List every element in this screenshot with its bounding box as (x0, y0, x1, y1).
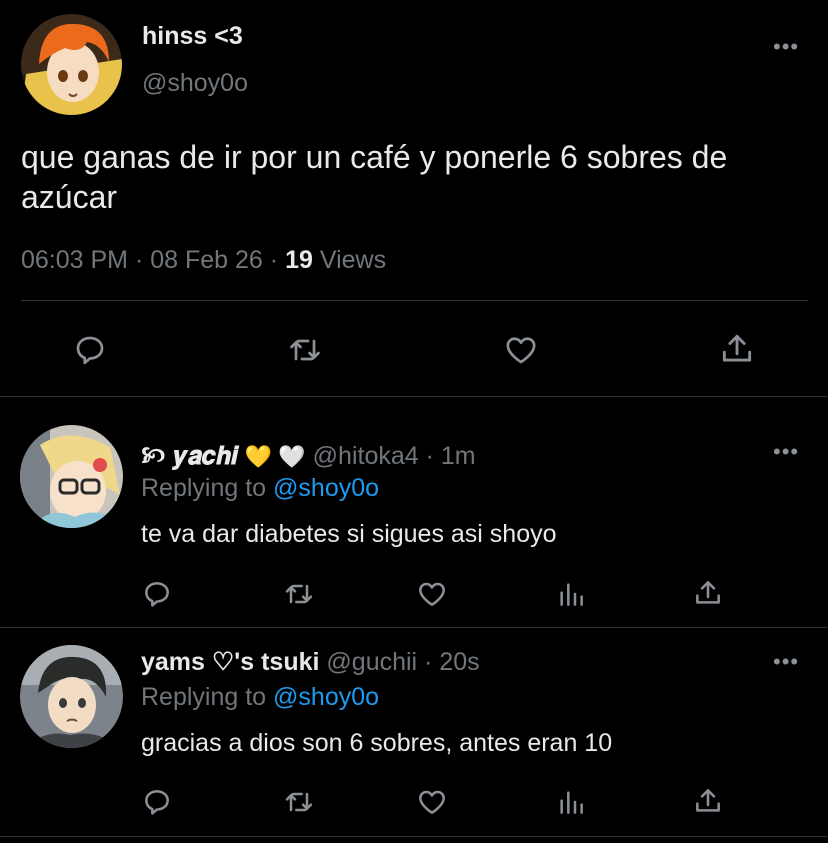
divider (0, 627, 828, 628)
handle[interactable]: @guchii (326, 648, 417, 676)
more-icon[interactable]: ••• (773, 441, 799, 463)
analytics-icon[interactable] (555, 786, 587, 818)
views-label: Views (319, 246, 387, 274)
separator: · (425, 442, 434, 470)
separator: · (424, 648, 433, 676)
handle[interactable]: @shoy0o (142, 69, 248, 98)
tweet-time[interactable]: 06:03 PM (21, 246, 128, 274)
replying-prefix: Replying to (141, 474, 267, 502)
reply-time[interactable]: 1m (441, 442, 476, 470)
display-name[interactable]: hinss <3 (142, 22, 243, 51)
reply-text: te va dar diabetes si sigues asi shoyo (141, 520, 557, 548)
separator: · (134, 246, 144, 274)
meta-divider (21, 300, 808, 301)
analytics-icon[interactable] (555, 578, 587, 610)
reply-icon[interactable] (141, 786, 173, 818)
name-emojis: 💛 🤍 (244, 444, 306, 469)
heart-icon[interactable] (415, 786, 449, 818)
share-icon[interactable] (692, 576, 724, 610)
views-count: 19 (285, 246, 313, 274)
share-icon[interactable] (718, 330, 756, 368)
retweet-icon[interactable] (286, 332, 324, 368)
display-name[interactable]: yams ♡'s tsuki (141, 648, 319, 676)
reply-header: yams ♡'s tsuki @guchii · 20s (141, 647, 480, 677)
replying-prefix: Replying to (141, 683, 267, 711)
replying-to: Replying to @shoy0o (141, 474, 379, 503)
reply-icon[interactable] (72, 332, 108, 368)
divider (0, 396, 828, 397)
replying-handle-link[interactable]: @shoy0o (273, 683, 379, 711)
more-icon[interactable]: ••• (773, 651, 799, 673)
avatar[interactable] (21, 14, 122, 115)
tweet-meta: 06:03 PM · 08 Feb 26 · 19 Views (21, 246, 386, 275)
retweet-icon[interactable] (282, 786, 316, 818)
heart-icon[interactable] (502, 332, 540, 368)
heart-icon[interactable] (415, 578, 449, 610)
display-name[interactable]: 🙡 𝒚𝒂𝒄𝒉𝒊 (141, 442, 238, 470)
more-icon[interactable]: ••• (773, 36, 799, 58)
tweet-date[interactable]: 08 Feb 26 (150, 246, 263, 274)
avatar[interactable] (20, 425, 123, 528)
share-icon[interactable] (692, 784, 724, 818)
replying-to: Replying to @shoy0o (141, 683, 379, 712)
reply-time[interactable]: 20s (439, 648, 479, 676)
handle[interactable]: @hitoka4 (313, 442, 419, 470)
separator: · (269, 246, 279, 274)
reply-icon[interactable] (141, 578, 173, 610)
tweet-text: que ganas de ir por un café y ponerle 6 … (21, 139, 728, 215)
retweet-icon[interactable] (282, 578, 316, 610)
replying-handle-link[interactable]: @shoy0o (273, 474, 379, 502)
avatar[interactable] (20, 645, 123, 748)
reply-text: gracias a dios son 6 sobres, antes eran … (141, 729, 613, 757)
divider (0, 836, 828, 837)
